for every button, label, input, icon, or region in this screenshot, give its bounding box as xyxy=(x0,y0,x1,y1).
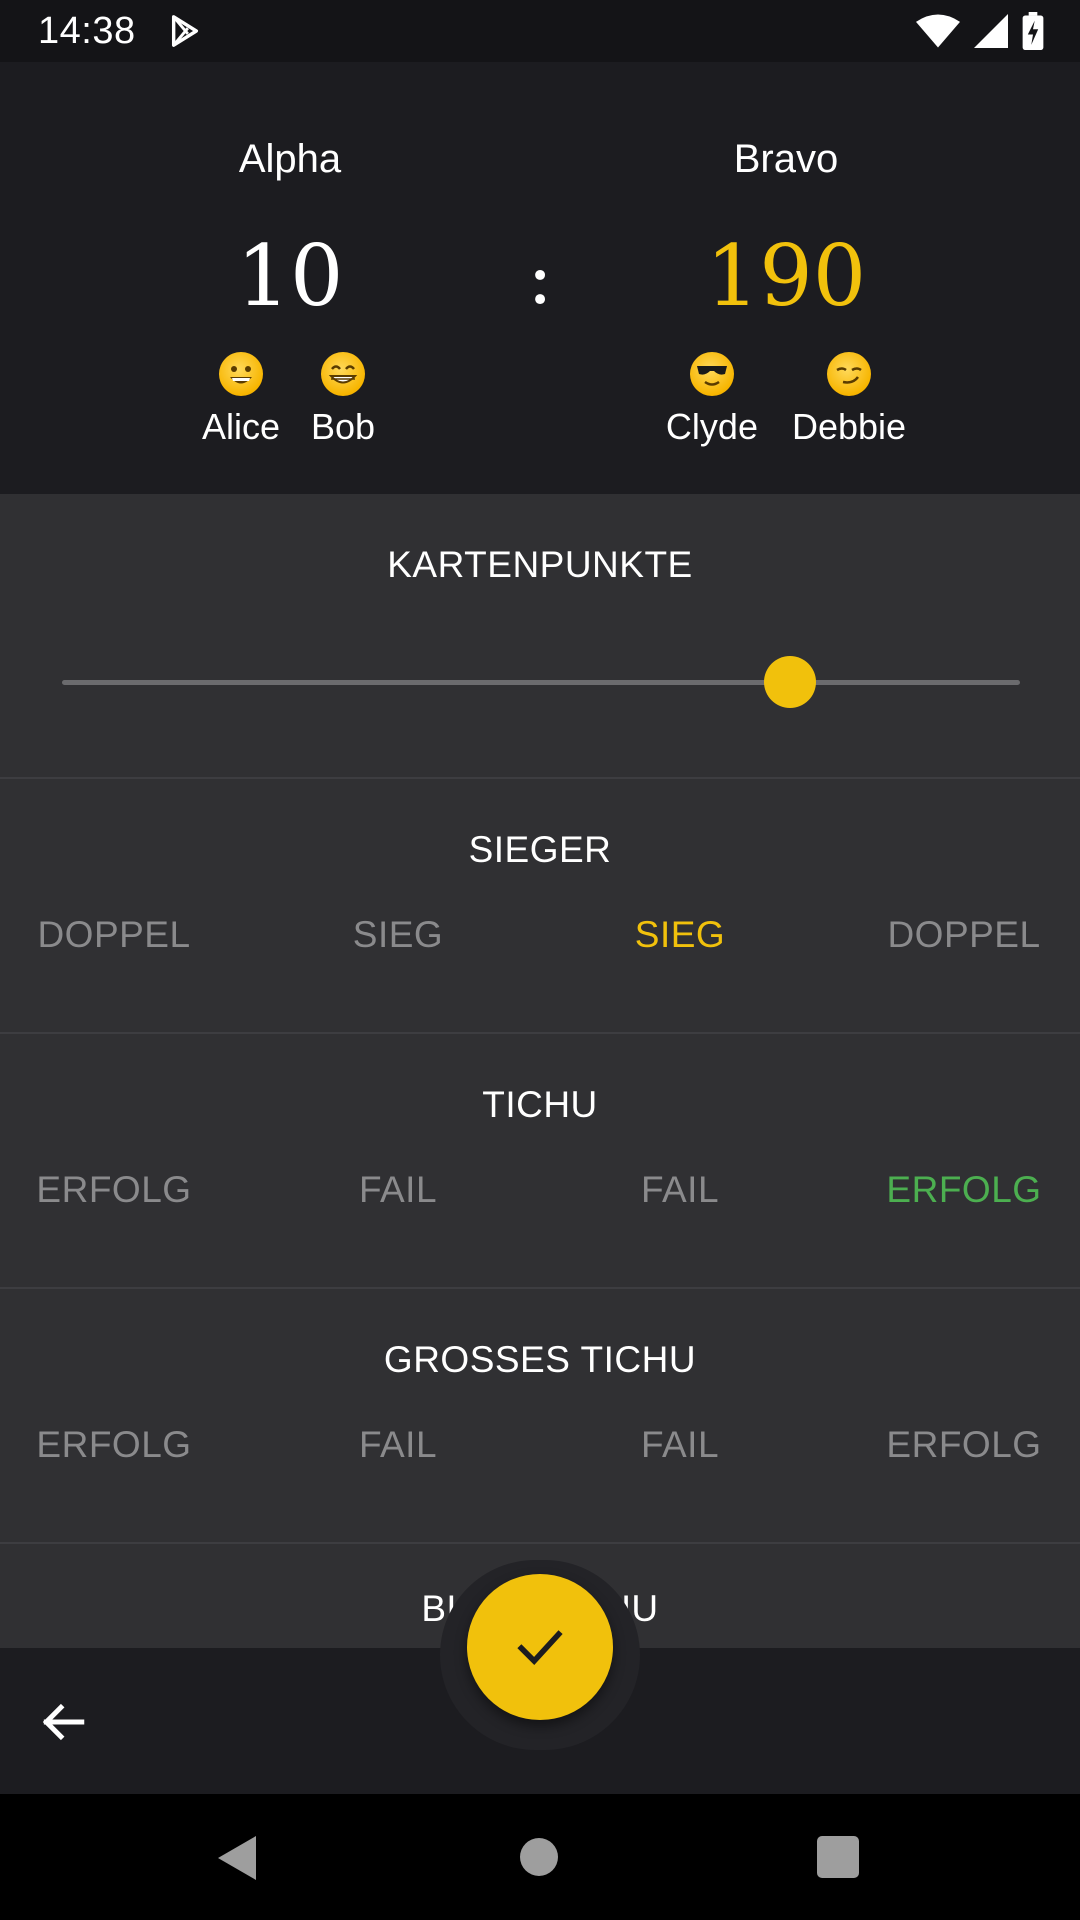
arrow-left-icon[interactable] xyxy=(38,1697,88,1747)
section-title: KARTENPUNKTE xyxy=(387,544,693,585)
sieger-options: DOPPEL SIEG SIEG DOPPEL xyxy=(0,914,1080,974)
beaming-face-emoji-icon xyxy=(321,352,366,396)
player-name: Clyde xyxy=(665,406,758,447)
sieger-option-doppel-bravo[interactable]: DOPPEL xyxy=(834,914,1080,956)
team-score: 10 xyxy=(236,227,344,325)
round-entry-form: KARTENPUNKTE SIEGER DOPPEL SIEG SIEG DOP… xyxy=(0,494,1080,1648)
sieger-option-doppel-alpha[interactable]: DOPPEL xyxy=(0,914,244,956)
scoreboard-header: Alpha 10 Alice Bob : Bravo 190 Clyde Deb… xyxy=(0,62,1080,494)
player-name: Debbie xyxy=(791,406,907,447)
section-tichu: TICHU ERFOLG FAIL FAIL ERFOLG xyxy=(0,1034,1080,1289)
team-score: 190 xyxy=(705,227,867,325)
tichu-option-erfolg-4[interactable]: ERFOLG xyxy=(834,1169,1080,1211)
kartenpunkte-slider-track[interactable] xyxy=(62,680,1020,685)
player-clyde: Clyde xyxy=(666,352,758,448)
kartenpunkte-slider-thumb[interactable] xyxy=(764,656,817,708)
battery-charging-icon xyxy=(1022,12,1044,50)
grosses-tichu-option-fail-2[interactable]: FAIL xyxy=(268,1424,528,1466)
grosses-tichu-options: ERFOLG FAIL FAIL ERFOLG xyxy=(0,1424,1080,1484)
grosses-tichu-option-erfolg-1[interactable]: ERFOLG xyxy=(0,1424,244,1466)
team-players: Alice Bob xyxy=(90,352,490,448)
team-name: Bravo xyxy=(733,137,839,181)
nav-recents-icon[interactable] xyxy=(817,1836,859,1878)
section-grosses-tichu: GROSSES TICHU ERFOLG FAIL FAIL ERFOLG xyxy=(0,1289,1080,1544)
grosses-tichu-option-erfolg-4[interactable]: ERFOLG xyxy=(834,1424,1080,1466)
player-name: Alice xyxy=(201,406,281,447)
sieger-option-sieg-bravo[interactable]: SIEG xyxy=(550,914,810,956)
team-name: Alpha xyxy=(238,137,342,181)
signal-icon xyxy=(974,14,1008,48)
status-time: 14:38 xyxy=(38,9,136,52)
player-alice: Alice xyxy=(202,352,280,448)
team-players: Clyde Debbie xyxy=(586,352,986,448)
tichu-option-fail-2[interactable]: FAIL xyxy=(268,1169,528,1211)
score-separator: : xyxy=(527,232,553,321)
player-bob: Bob xyxy=(308,352,378,448)
section-title: SIEGER xyxy=(468,829,612,870)
smirking-face-emoji-icon xyxy=(827,352,872,396)
grosses-tichu-option-fail-3[interactable]: FAIL xyxy=(550,1424,810,1466)
status-bar: 14:38 xyxy=(0,0,1080,62)
wifi-icon xyxy=(916,14,960,48)
player-debbie: Debbie xyxy=(792,352,906,448)
grinning-face-emoji-icon xyxy=(219,352,263,396)
section-sieger: SIEGER DOPPEL SIEG SIEG DOPPEL xyxy=(0,779,1080,1034)
check-icon xyxy=(517,1630,563,1666)
play-store-icon xyxy=(171,15,198,47)
section-title: GROSSES TICHU xyxy=(383,1339,697,1380)
tichu-options: ERFOLG FAIL FAIL ERFOLG xyxy=(0,1169,1080,1229)
nav-back-icon[interactable] xyxy=(216,1834,258,1882)
tichu-option-fail-3[interactable]: FAIL xyxy=(550,1169,810,1211)
nav-home-icon[interactable] xyxy=(520,1838,558,1876)
sunglasses-face-emoji-icon xyxy=(689,352,734,396)
player-name: Bob xyxy=(310,406,376,447)
section-title: TICHU xyxy=(482,1084,598,1125)
sieger-option-sieg-alpha[interactable]: SIEG xyxy=(268,914,528,956)
confirm-button[interactable] xyxy=(467,1574,613,1720)
tichu-option-erfolg-1[interactable]: ERFOLG xyxy=(0,1169,244,1211)
section-kartenpunkte: KARTENPUNKTE xyxy=(0,494,1080,779)
